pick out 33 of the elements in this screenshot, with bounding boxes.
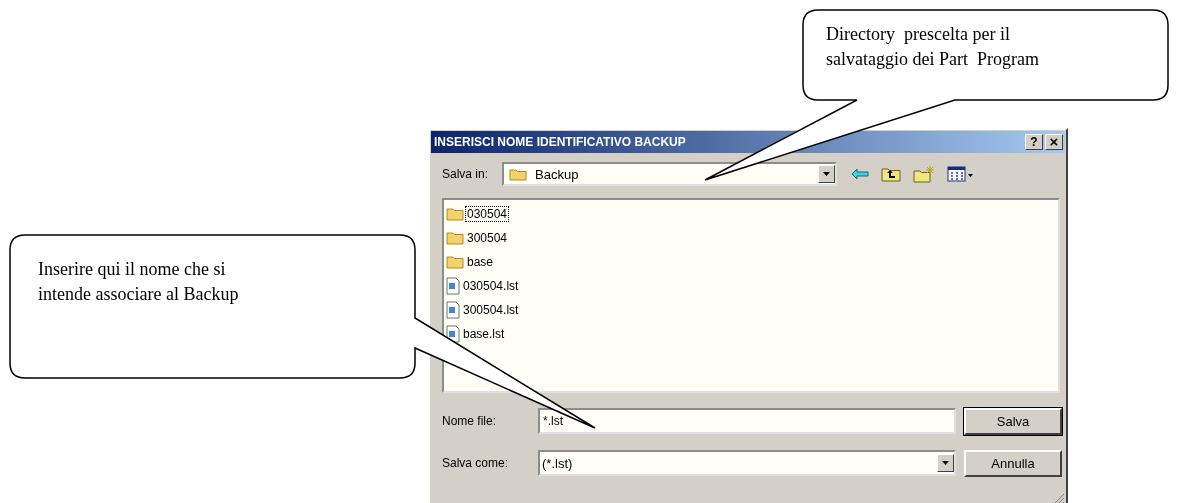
folder-icon: [446, 231, 464, 245]
folder-icon: [446, 255, 464, 269]
window-title: INSERISCI NOME IDENTIFICATIVO BACKUP: [434, 135, 686, 149]
location-dropdown[interactable]: Backup: [502, 162, 837, 186]
document-icon: [446, 277, 460, 295]
folder-item[interactable]: base: [465, 254, 496, 270]
folder-icon: [509, 167, 527, 181]
file-item[interactable]: base.lst: [461, 326, 507, 342]
folder-item[interactable]: 030504: [465, 206, 510, 222]
folder-item[interactable]: 300504: [465, 230, 510, 246]
resize-grip-icon[interactable]: [1053, 493, 1065, 503]
save-button[interactable]: Salva: [964, 407, 1062, 435]
callout-text: Inserire qui il nome che si intende associare al Backup: [38, 258, 239, 306]
view-menu-icon[interactable]: [947, 166, 973, 182]
file-name-field[interactable]: *.lst: [538, 408, 956, 434]
file-item[interactable]: 030504.lst: [461, 278, 521, 294]
document-icon: [446, 301, 460, 319]
file-item[interactable]: 300504.lst: [461, 302, 521, 318]
file-type-dropdown[interactable]: (*.lst): [538, 450, 956, 476]
close-button[interactable]: ×: [1045, 134, 1063, 150]
new-folder-icon[interactable]: [913, 165, 935, 183]
file-name-label: Nome file:: [442, 414, 498, 428]
help-button[interactable]: ?: [1025, 134, 1043, 150]
document-icon: [446, 325, 460, 343]
dropdown-arrow-icon: [823, 172, 830, 176]
folder-up-icon[interactable]: [881, 166, 901, 182]
dropdown-arrow-icon: [942, 461, 949, 465]
save-as-label: Salva come:: [442, 456, 510, 470]
cancel-button[interactable]: Annulla: [964, 449, 1062, 477]
back-arrow-icon[interactable]: [851, 168, 869, 180]
folder-icon: [446, 207, 464, 221]
save-in-label: Salva in:: [442, 167, 490, 181]
callout-text: Directory prescelta per il salvataggio dei Part Program: [826, 23, 1039, 71]
